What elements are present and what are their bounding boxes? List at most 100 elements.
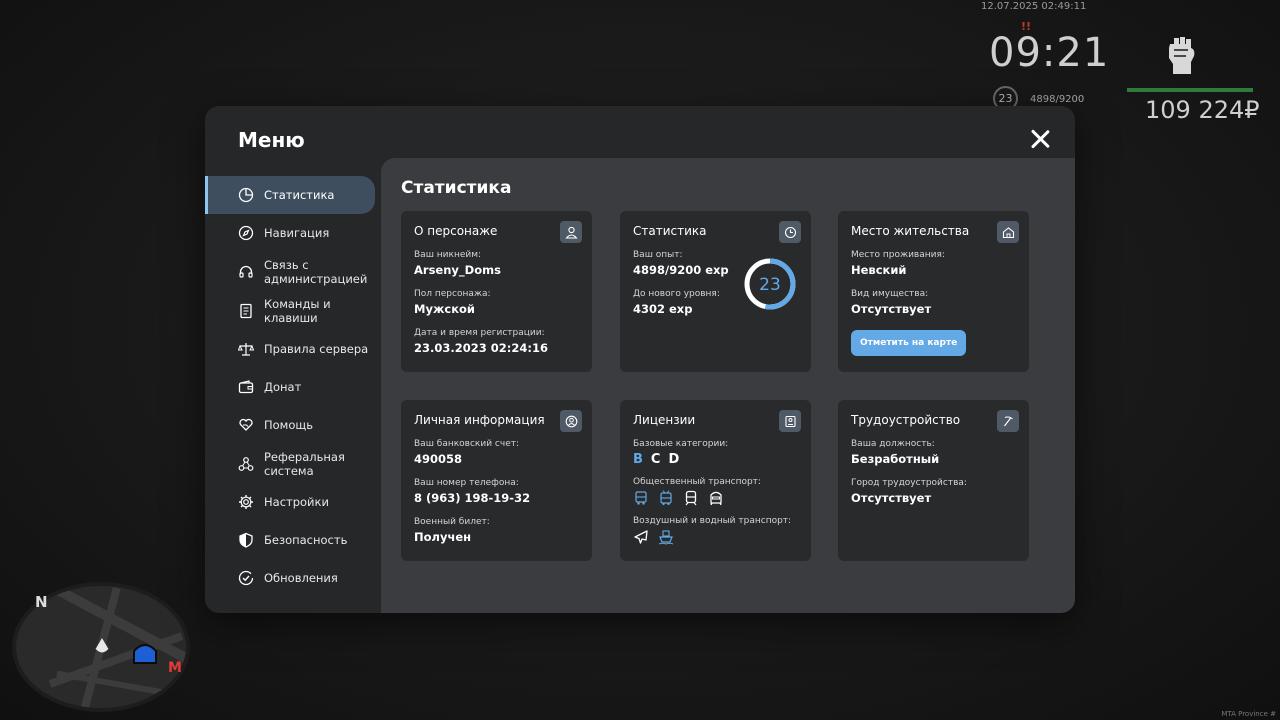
field-label: Ваш никнейм:: [414, 250, 482, 260]
compass-icon: [238, 225, 254, 241]
phone-value: 8 (963) 198-19-32: [414, 491, 531, 505]
sidebar-item-admin-contact[interactable]: Связь с администрацией: [205, 252, 381, 291]
sidebar-item-settings[interactable]: Настройки: [205, 483, 381, 521]
hud-money: 109 224₽: [1145, 96, 1260, 124]
card-title: Место жительства: [851, 224, 970, 238]
shield-icon: [239, 532, 253, 548]
license-category-b: B: [633, 452, 643, 467]
fist-icon: [1169, 37, 1195, 74]
minimap-north: N: [35, 593, 48, 611]
page-title: Статистика: [401, 178, 512, 198]
wallet-icon: [238, 380, 254, 394]
bank-account-value: 490058: [414, 452, 463, 466]
field-label: Ваш номер телефона:: [414, 478, 519, 488]
user-icon: [560, 221, 582, 243]
field-label: Базовые категории:: [633, 439, 729, 449]
sidebar-item-referral[interactable]: Реферальная система: [205, 444, 381, 483]
plane-icon: [634, 530, 648, 544]
sidebar-item-label: Навигация: [264, 226, 330, 240]
field-label: Пол персонажа:: [414, 289, 491, 299]
sidebar-item-statistics[interactable]: Статистика: [205, 176, 375, 214]
card-title: О персонаже: [414, 224, 498, 238]
referral-icon: [238, 456, 254, 471]
hud-datetime: 12.07.2025 02:49:11: [981, 1, 1087, 12]
sidebar: Статистика Навигация Связь с администрац…: [205, 176, 381, 597]
card-employment: Трудоустройство Ваша должность: Безработ…: [838, 400, 1029, 561]
content-panel: Статистика О персонаже Ваш никнейм: Arse…: [381, 158, 1075, 613]
hud-health-bar: [1127, 88, 1253, 92]
sidebar-item-label: Правила сервера: [264, 342, 369, 356]
property-value: Отсутствует: [851, 302, 932, 316]
metro-icon: M: [168, 660, 182, 676]
level-progress-ring: 23: [744, 258, 796, 310]
field-label: Вид имущества:: [851, 289, 929, 299]
bus-icon: [635, 491, 647, 505]
sidebar-item-label: Безопасность: [264, 533, 348, 547]
metro-train-icon: [710, 491, 722, 506]
field-label: Ваш банковский счет:: [414, 439, 520, 449]
sidebar-item-donate[interactable]: Донат: [205, 368, 381, 406]
registration-value: 23.03.2023 02:24:16: [414, 341, 548, 355]
sidebar-item-commands[interactable]: Команды и клавиши: [205, 291, 381, 330]
clock-icon: [779, 221, 801, 243]
document-icon: [240, 303, 252, 318]
sidebar-item-label: Команды и клавиши: [264, 296, 331, 325]
gender-value: Мужской: [414, 302, 475, 316]
card-stats: Статистика Ваш опыт: 4898/9200 exp До но…: [620, 211, 811, 372]
gear-icon: [239, 495, 253, 509]
field-label: Дата и время регистрации:: [414, 328, 545, 338]
sidebar-item-label: Статистика: [264, 188, 335, 202]
sidebar-item-label: Настройки: [264, 495, 329, 509]
sidebar-item-rules[interactable]: Правила сервера: [205, 330, 381, 368]
sidebar-item-label: Связь с администрацией: [264, 257, 368, 286]
residence-value: Невский: [851, 263, 907, 277]
id-card-icon: [779, 410, 801, 432]
pie-chart-icon: [238, 187, 254, 203]
sidebar-item-label: Реферальная система: [264, 449, 345, 478]
menu-window: Меню Статистика Навигация Связь с админи…: [205, 106, 1075, 613]
field-label: Воздушный и водный транспорт:: [633, 516, 792, 526]
heart-hand-icon: [239, 418, 253, 431]
trolleybus-icon: [660, 490, 672, 506]
field-label: Военный билет:: [414, 517, 490, 527]
card-title: Статистика: [633, 224, 707, 238]
sidebar-item-label: Обновления: [264, 571, 338, 585]
home-marker-icon: [133, 644, 157, 664]
sidebar-item-security[interactable]: Безопасность: [205, 521, 381, 559]
license-category-c: C: [650, 452, 661, 467]
card-title: Личная информация: [414, 413, 545, 427]
tram-icon: [685, 490, 697, 506]
headset-icon: [239, 265, 253, 278]
license-category-d: D: [668, 452, 680, 467]
check-circle-icon: [238, 570, 254, 586]
card-personal: Личная информация Ваш банковский счет: 4…: [401, 400, 592, 561]
menu-title: Меню: [238, 128, 305, 152]
job-city-value: Отсутствует: [851, 491, 932, 505]
military-id-value: Получен: [414, 530, 472, 544]
card-licenses: Лицензии Базовые категории: B C D Общест…: [620, 400, 811, 561]
watermark: MTA Province #: [1221, 710, 1276, 718]
mark-on-map-button[interactable]: Отметить на карте: [851, 330, 967, 356]
field-label: Общественный транспорт:: [633, 477, 761, 487]
card-title: Трудоустройство: [851, 413, 961, 427]
air-water-licenses: [633, 529, 798, 545]
sidebar-item-help[interactable]: Помощь: [205, 406, 381, 444]
ship-icon: [658, 530, 674, 545]
user-circle-icon: [560, 410, 582, 432]
field-label: Место проживания:: [851, 250, 945, 260]
sidebar-item-navigation[interactable]: Навигация: [205, 214, 381, 252]
card-character: О персонаже Ваш никнейм: Arseny_Doms Пол…: [401, 211, 592, 372]
close-icon[interactable]: [1029, 128, 1051, 150]
sidebar-item-updates[interactable]: Обновления: [205, 559, 381, 597]
nickname-value: Arseny_Doms: [414, 263, 501, 277]
level-number: 23: [759, 275, 781, 295]
card-residence: Место жительства Место проживания: Невск…: [838, 211, 1029, 372]
field-label: Ваша должность:: [851, 439, 935, 449]
pickaxe-icon: [997, 410, 1019, 432]
job-position-value: Безработный: [851, 452, 940, 466]
sidebar-item-label: Помощь: [264, 418, 314, 432]
public-transport-licenses: [633, 490, 798, 506]
license-categories: B C D: [633, 452, 798, 467]
card-title: Лицензии: [633, 413, 696, 427]
hud-clock: 09:21: [989, 30, 1110, 76]
